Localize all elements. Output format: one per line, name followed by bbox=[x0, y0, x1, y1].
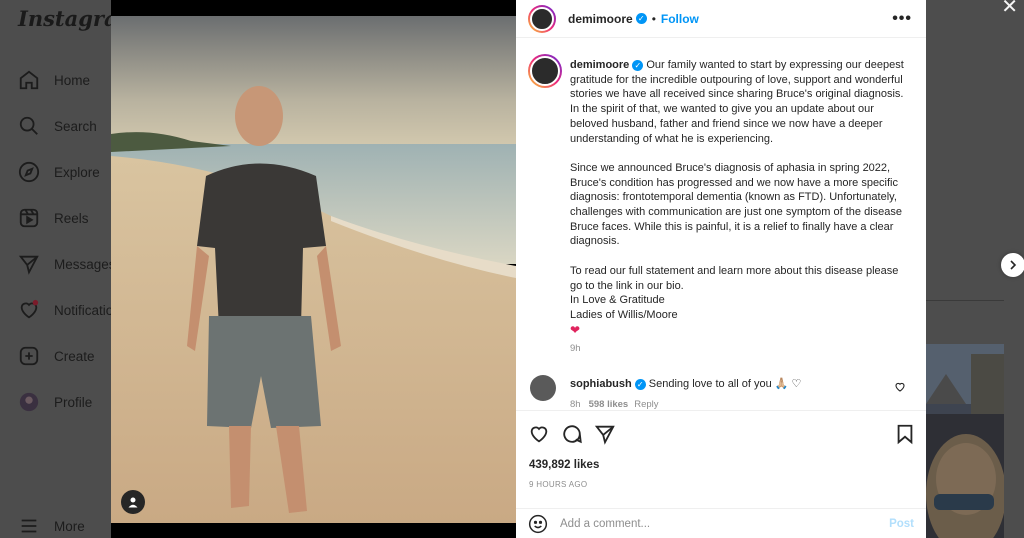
sidebar-item-reels[interactable]: Reels bbox=[18, 205, 89, 231]
sidebar-item-more[interactable]: More bbox=[18, 513, 85, 538]
save-bookmark-icon[interactable] bbox=[894, 423, 916, 445]
comment-likes[interactable]: 598 likes bbox=[589, 399, 629, 410]
comment-body: Sending love to all of you 🙏🏼 ♡ bbox=[648, 378, 802, 390]
profile-avatar bbox=[19, 392, 39, 412]
send-icon bbox=[18, 255, 39, 275]
sidebar-item-label: Create bbox=[54, 348, 95, 364]
close-icon[interactable]: ✕ bbox=[1001, 0, 1018, 19]
reels-icon bbox=[19, 208, 39, 228]
caption-paragraph-3: To read our full statement and learn mor… bbox=[570, 264, 899, 292]
follow-button[interactable]: Follow bbox=[661, 12, 699, 26]
tagged-people-button[interactable] bbox=[121, 490, 145, 514]
likes-count[interactable]: 439,892 likes bbox=[529, 459, 599, 471]
author-username[interactable]: demimoore bbox=[568, 12, 633, 26]
sidebar-item-label: Home bbox=[54, 72, 91, 88]
hamburger-icon bbox=[21, 519, 37, 533]
compass-icon bbox=[18, 161, 40, 183]
verified-badge-icon: ✓ bbox=[634, 378, 646, 390]
post-actions: 439,892 likes 9 HOURS AGO bbox=[516, 410, 926, 510]
verified-badge-icon: ✓ bbox=[632, 59, 644, 71]
commenter-avatar[interactable] bbox=[530, 375, 556, 401]
add-comment-bar: Post bbox=[516, 508, 926, 538]
caption-signoff-1: In Love & Gratitude bbox=[570, 294, 665, 307]
sidebar-item-label: Reels bbox=[54, 210, 89, 226]
sidebar-item-label: Messages bbox=[54, 256, 116, 272]
post-header: demimoore ✓ • Follow ••• bbox=[516, 0, 926, 38]
sidebar-item-label: More bbox=[54, 518, 85, 534]
post-details-pane: demimoore ✓ • Follow ••• demimoore ✓ Our … bbox=[516, 0, 926, 538]
red-heart-emoji: ❤ bbox=[570, 322, 581, 337]
comment-time: 8h bbox=[570, 399, 581, 410]
sidebar: Instagram Home Search Explore Reels Mess… bbox=[0, 0, 140, 538]
sidebar-item-label: Profile bbox=[54, 394, 93, 410]
feed-thumbnail[interactable] bbox=[926, 344, 1004, 538]
beach-photo bbox=[111, 16, 516, 523]
emoji-smiley-icon[interactable] bbox=[528, 514, 548, 534]
sidebar-item-home[interactable]: Home bbox=[18, 67, 90, 93]
add-comment-input[interactable] bbox=[560, 517, 890, 530]
sidebar-item-profile[interactable]: Profile bbox=[18, 389, 92, 415]
caption-paragraph-2: Since we announced Bruce's diagnosis of … bbox=[570, 161, 903, 248]
sidebar-item-messages[interactable]: Messages bbox=[18, 251, 116, 277]
more-options-icon[interactable]: ••• bbox=[892, 10, 912, 28]
caption-text: demimoore ✓ Our family wanted to start by… bbox=[570, 58, 910, 337]
heart-icon bbox=[20, 299, 39, 319]
caption-time: 9h bbox=[570, 343, 581, 354]
like-heart-icon[interactable] bbox=[528, 423, 550, 445]
caption-author[interactable]: demimoore bbox=[570, 59, 629, 71]
reply-button[interactable]: Reply bbox=[634, 399, 658, 410]
sidebar-item-create[interactable]: Create bbox=[18, 343, 95, 369]
post-timestamp: 9 HOURS AGO bbox=[529, 480, 588, 489]
share-send-icon[interactable] bbox=[594, 423, 616, 445]
search-icon bbox=[19, 116, 38, 135]
next-post-button[interactable] bbox=[1001, 253, 1024, 277]
post-photo[interactable] bbox=[111, 0, 516, 538]
author-avatar[interactable] bbox=[528, 4, 556, 33]
comment-text: sophiabush ✓ Sending love to all of you 🙏… bbox=[570, 377, 801, 390]
sidebar-item-explore[interactable]: Explore bbox=[18, 159, 100, 185]
verified-badge-icon: ✓ bbox=[635, 13, 647, 24]
caption-paragraph-1: Our family wanted to start by expressing… bbox=[570, 59, 904, 145]
chevron-right-icon bbox=[1010, 260, 1017, 270]
person-icon bbox=[128, 497, 138, 508]
caption-author-avatar[interactable] bbox=[528, 54, 562, 88]
post-comment-button[interactable]: Post bbox=[889, 518, 914, 530]
sidebar-item-label: Explore bbox=[54, 164, 100, 180]
home-icon bbox=[19, 70, 39, 90]
divider bbox=[926, 300, 1004, 301]
comment-meta: 8h 598 likes Reply bbox=[570, 399, 659, 410]
separator-dot: • bbox=[651, 11, 656, 26]
comment-like-heart-icon[interactable] bbox=[894, 381, 906, 393]
caption-signoff-2: Ladies of Willis/Moore bbox=[570, 308, 678, 321]
plus-square-icon bbox=[19, 346, 39, 366]
sidebar-item-search[interactable]: Search bbox=[18, 113, 97, 139]
comment-author[interactable]: sophiabush bbox=[570, 378, 632, 390]
sidebar-item-label: Search bbox=[54, 118, 97, 134]
comment-icon[interactable] bbox=[561, 423, 583, 445]
